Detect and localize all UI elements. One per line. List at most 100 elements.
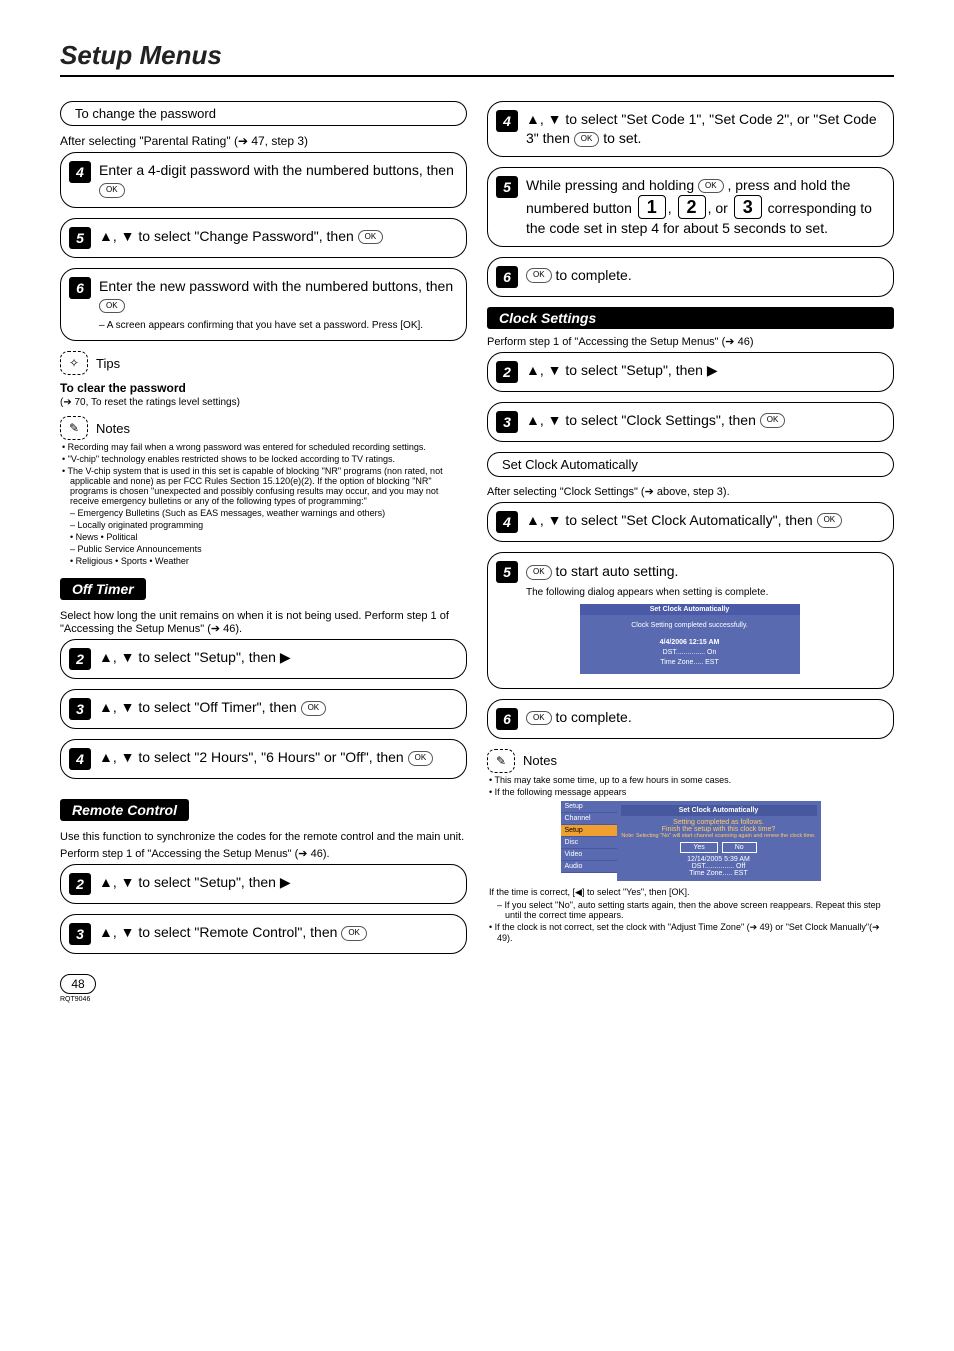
remote-control-step-2: 2 ▲, ▼ to select "Setup", then ▶ bbox=[60, 864, 467, 904]
note-subitem: • Religious • Sports • Weather bbox=[60, 556, 467, 566]
step-4-enter-password: 4 Enter a 4-digit password with the numb… bbox=[60, 152, 467, 208]
step-number-icon: 2 bbox=[69, 873, 91, 895]
osd-line: Setting completed as follows. bbox=[621, 819, 817, 826]
osd-line: DST............... On bbox=[586, 648, 794, 658]
step-number-icon: 3 bbox=[69, 698, 91, 720]
note-item: If the clock is not correct, set the clo… bbox=[487, 922, 894, 943]
osd-side-item-selected: Setup bbox=[561, 825, 617, 837]
osd-line: DST............... Off bbox=[621, 863, 817, 870]
key-2-icon: 2 bbox=[678, 195, 706, 219]
sca-step-5: 5 OK to start auto setting. The followin… bbox=[487, 552, 894, 689]
step-6-sub: – A screen appears confirming that you h… bbox=[99, 319, 456, 333]
page-title: Setup Menus bbox=[60, 40, 894, 77]
tips-icon: ✧ bbox=[60, 351, 88, 375]
off-timer-title: Off Timer bbox=[60, 578, 146, 600]
step-6-new-password: 6 Enter the new password with the number… bbox=[60, 268, 467, 341]
clock-notes-list: This may take some time, up to a few hou… bbox=[487, 775, 894, 797]
ok-icon: OK bbox=[99, 299, 125, 314]
sca-step-5-sub: The following dialog appears when settin… bbox=[526, 587, 883, 598]
step-number-icon: 6 bbox=[496, 266, 518, 288]
clock-step-3-text: ▲, ▼ to select "Clock Settings", then bbox=[526, 412, 760, 428]
off-timer-step-4-text: ▲, ▼ to select "2 Hours", "6 Hours" or "… bbox=[99, 749, 408, 765]
clock-step-2-text: ▲, ▼ to select "Setup", then ▶ bbox=[526, 361, 718, 380]
step-5-text: ▲, ▼ to select "Change Password", then bbox=[99, 228, 358, 244]
step-5-change-password: 5 ▲, ▼ to select "Change Password", then… bbox=[60, 218, 467, 258]
ok-icon: OK bbox=[698, 179, 724, 194]
left-column: To change the password After selecting "… bbox=[60, 101, 467, 1003]
remote-control-step-3-text: ▲, ▼ to select "Remote Control", then bbox=[99, 924, 341, 940]
note-item: This may take some time, up to a few hou… bbox=[487, 775, 894, 785]
right-column: 4 ▲, ▼ to select "Set Code 1", "Set Code… bbox=[487, 101, 894, 1003]
note-subitem: Locally originated programming bbox=[60, 520, 467, 530]
note-item: If the time is correct, [◀] to select "Y… bbox=[487, 887, 894, 898]
set-clock-auto-after: After selecting "Clock Settings" (➔ abov… bbox=[487, 485, 894, 498]
step-number-icon: 5 bbox=[496, 561, 518, 583]
ok-icon: OK bbox=[408, 751, 434, 766]
off-timer-step-2: 2 ▲, ▼ to select "Setup", then ▶ bbox=[60, 639, 467, 679]
osd-line: 4/4/2006 12:15 AM bbox=[586, 638, 794, 648]
step-number-icon: 4 bbox=[496, 511, 518, 533]
clock-settings-intro: Perform step 1 of "Accessing the Setup M… bbox=[487, 335, 894, 348]
step-number-icon: 3 bbox=[69, 923, 91, 945]
change-password-after: After selecting "Parental Rating" (➔ 47,… bbox=[60, 134, 467, 148]
set-code-step-5: 5 While pressing and holding OK , press … bbox=[487, 167, 894, 247]
osd-yes-button: Yes bbox=[680, 842, 717, 853]
osd-main-panel: Set Clock Automatically Setting complete… bbox=[617, 801, 821, 881]
footer-code: RQT9046 bbox=[60, 996, 467, 1003]
osd-line: Clock Setting completed successfully. bbox=[586, 621, 794, 631]
note-subitem: Emergency Bulletins (Such as EAS message… bbox=[60, 508, 467, 518]
step-number-icon: 6 bbox=[69, 277, 91, 299]
key-3-icon: 3 bbox=[734, 195, 762, 219]
note-item: Recording may fail when a wrong password… bbox=[60, 442, 467, 452]
set-code-step-6: 6 OK to complete. bbox=[487, 257, 894, 297]
step-number-icon: 2 bbox=[69, 648, 91, 670]
step-number-icon: 3 bbox=[496, 411, 518, 433]
note-item: If the following message appears bbox=[487, 787, 894, 797]
remote-control-step-3: 3 ▲, ▼ to select "Remote Control", then … bbox=[60, 914, 467, 954]
remote-control-intro-2: Perform step 1 of "Accessing the Setup M… bbox=[60, 847, 467, 860]
osd-side-menu: Setup Channel Setup Disc Video Audio bbox=[561, 801, 617, 881]
set-code-step-4: 4 ▲, ▼ to select "Set Code 1", "Set Code… bbox=[487, 101, 894, 157]
ok-icon: OK bbox=[99, 183, 125, 198]
set-code-step-5a: While pressing and holding bbox=[526, 177, 698, 193]
ok-icon: OK bbox=[341, 926, 367, 941]
ok-icon: OK bbox=[526, 268, 552, 283]
clock-settings-title: Clock Settings bbox=[487, 307, 894, 329]
set-code-step-6-text: to complete. bbox=[555, 267, 631, 283]
change-password-header: To change the password bbox=[60, 101, 467, 126]
sca-step-6-text: to complete. bbox=[555, 709, 631, 725]
osd-dialog-1: Set Clock Automatically Clock Setting co… bbox=[580, 604, 800, 674]
tips-label: Tips bbox=[96, 356, 120, 371]
osd-line: Finish the setup with this clock time? bbox=[621, 826, 817, 833]
ok-icon: OK bbox=[301, 701, 327, 716]
off-timer-step-3: 3 ▲, ▼ to select "Off Timer", then OK bbox=[60, 689, 467, 729]
off-timer-step-3-text: ▲, ▼ to select "Off Timer", then bbox=[99, 699, 301, 715]
step-number-icon: 4 bbox=[69, 748, 91, 770]
osd-title: Set Clock Automatically bbox=[621, 805, 817, 816]
osd-side-item: Audio bbox=[561, 861, 617, 873]
notes-icon: ✎ bbox=[487, 749, 515, 773]
remote-control-step-2-text: ▲, ▼ to select "Setup", then ▶ bbox=[99, 873, 291, 892]
sca-step-6: 6 OK to complete. bbox=[487, 699, 894, 739]
off-timer-intro: Select how long the unit remains on when… bbox=[60, 610, 467, 635]
osd-line: Note: Selecting "No" will start channel … bbox=[621, 833, 817, 839]
set-code-step-4-tail: to set. bbox=[603, 130, 641, 146]
ok-icon: OK bbox=[574, 132, 600, 147]
step-number-icon: 4 bbox=[496, 110, 518, 132]
note-subitem: • News • Political bbox=[60, 532, 467, 542]
note-item: "V-chip" technology enables restricted s… bbox=[60, 454, 467, 464]
sca-step-5-text: to start auto setting. bbox=[555, 563, 678, 579]
off-timer-step-2-text: ▲, ▼ to select "Setup", then ▶ bbox=[99, 648, 291, 667]
osd-title: Set Clock Automatically bbox=[580, 604, 800, 615]
ok-icon: OK bbox=[817, 513, 843, 528]
clock-tail-notes: If the time is correct, [◀] to select "Y… bbox=[487, 887, 894, 943]
osd-no-button: No bbox=[722, 842, 757, 853]
note-subitem: If you select "No", auto setting starts … bbox=[487, 900, 894, 920]
step-number-icon: 2 bbox=[496, 361, 518, 383]
step-6-text: Enter the new password with the numbered… bbox=[99, 278, 453, 294]
notes-label: Notes bbox=[523, 753, 557, 768]
step-number-icon: 4 bbox=[69, 161, 91, 183]
key-1-icon: 1 bbox=[638, 195, 666, 219]
clock-step-3: 3 ▲, ▼ to select "Clock Settings", then … bbox=[487, 402, 894, 442]
step-number-icon: 5 bbox=[496, 176, 518, 198]
